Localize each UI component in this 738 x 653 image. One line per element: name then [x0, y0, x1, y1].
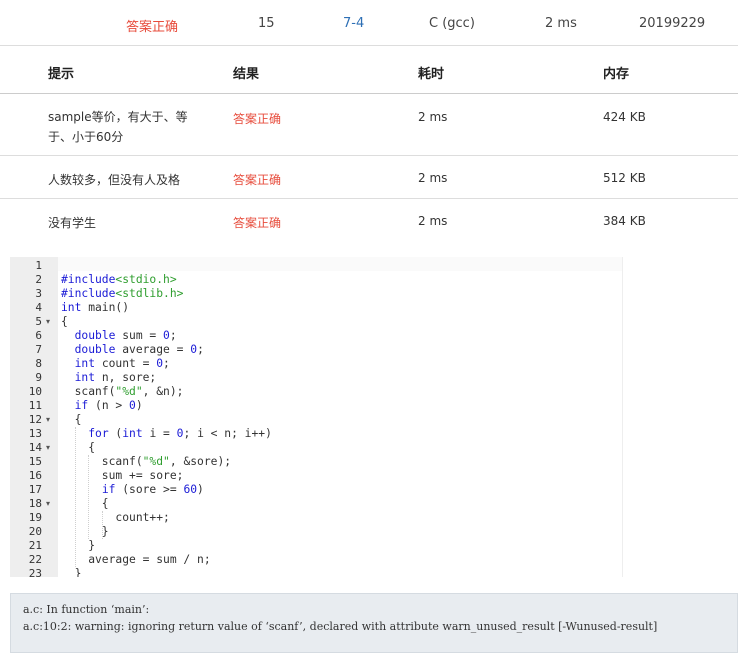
- line-number: 18: [28, 497, 42, 510]
- table-row: sample等价，有大于、等于、小于60分 答案正确 2 ms 424 KB: [0, 94, 738, 156]
- code-line: if (n > 0): [74, 399, 143, 412]
- line-number: 5: [35, 315, 42, 328]
- line-number: 19: [28, 511, 42, 524]
- line-number: 22: [28, 553, 42, 566]
- code-line: {: [61, 413, 82, 426]
- line-number: 2: [35, 273, 42, 286]
- compiler-output-line: a.c: In function ‘main’:: [23, 603, 150, 616]
- row-time: 2 ms: [418, 110, 448, 124]
- code-line: average = sum / n;: [61, 553, 211, 566]
- line-number: 16: [28, 469, 42, 482]
- line-number: 8: [35, 357, 42, 370]
- submission-row: 答案正确 15 7-4 C (gcc) 2 ms 20199229: [0, 0, 738, 46]
- row-memory: 424 KB: [603, 110, 646, 124]
- code-line: }: [61, 567, 82, 577]
- row-time: 2 ms: [418, 214, 448, 228]
- code-line: sum += sore;: [61, 469, 184, 482]
- submission-status: 答案正确: [126, 20, 179, 35]
- line-number: 14: [28, 441, 42, 454]
- code-line: scanf("%d", &n);: [61, 385, 184, 398]
- code-line: {: [61, 315, 68, 328]
- line-number: 12: [28, 413, 42, 426]
- row-memory: 384 KB: [603, 214, 646, 228]
- code-line: double average = 0;: [74, 343, 204, 356]
- line-number: 1: [35, 259, 42, 272]
- line-number: 20: [28, 525, 42, 538]
- indent-guide: [74, 427, 76, 567]
- line-number: 7: [35, 343, 42, 356]
- fold-toggle-icon[interactable]: ▾: [46, 413, 50, 427]
- indent-guide: [88, 455, 90, 539]
- submission-problem-link[interactable]: 7-4: [343, 16, 364, 31]
- indent-guide: [101, 511, 103, 539]
- line-number: 4: [35, 301, 42, 314]
- submission-user: 20199229: [639, 16, 706, 31]
- header-result: 结果: [233, 67, 260, 82]
- code-line: if (sore >= 60): [101, 483, 204, 496]
- header-memory: 内存: [603, 67, 630, 82]
- row-time: 2 ms: [418, 171, 448, 185]
- table-row: 没有学生 答案正确 2 ms 384 KB: [0, 199, 738, 243]
- row-result: 答案正确: [233, 173, 282, 187]
- header-time: 耗时: [418, 67, 445, 82]
- row-hint: 没有学生: [48, 216, 97, 230]
- line-number: 10: [28, 385, 42, 398]
- line-number: 6: [35, 329, 42, 342]
- code-line: int main(): [61, 301, 130, 314]
- test-table-header: 提示 结果 耗时 内存: [0, 46, 738, 94]
- fold-toggle-icon[interactable]: ▾: [46, 315, 50, 329]
- code-editor[interactable]: 1 2 3 4 5 ▾ 6 7 8 9 10 11 12 ▾ 13 14 ▾ 15 16 17 18 ▾ 19 20 21 22 2…: [10, 257, 623, 577]
- table-row: 人数较多，但没有人及格 答案正确 2 ms 512 KB: [0, 156, 738, 199]
- row-hint: 人数较多，但没有人及格: [48, 173, 181, 187]
- row-result: 答案正确: [233, 112, 282, 126]
- header-hint: 提示: [48, 67, 75, 82]
- code-line: scanf("%d", &sore);: [61, 455, 232, 468]
- compiler-output-line: a.c:10:2: warning: ignoring return value…: [23, 620, 658, 633]
- compiler-output: a.c: In function ‘main’: a.c:10:2: warni…: [10, 593, 738, 653]
- submission-compiler: C (gcc): [429, 16, 475, 31]
- line-number: 15: [28, 455, 42, 468]
- code-line: {: [61, 441, 96, 454]
- fold-toggle-icon[interactable]: ▾: [46, 497, 50, 511]
- code-line: #include<stdlib.h>: [61, 287, 184, 300]
- line-number: 9: [35, 371, 42, 384]
- fold-toggle-icon[interactable]: ▾: [46, 441, 50, 455]
- row-result: 答案正确: [233, 216, 282, 230]
- code-line: count++;: [61, 511, 170, 524]
- line-number: 3: [35, 287, 42, 300]
- row-memory: 512 KB: [603, 171, 646, 185]
- line-number-gutter: 1 2 3 4 5 ▾ 6 7 8 9 10 11 12 ▾ 13 14 ▾ 15 16 17 18 ▾ 19 20 21 22 2…: [10, 257, 58, 577]
- line-number: 17: [28, 483, 42, 496]
- row-hint: sample等价，有大于、等于、小于60分: [48, 110, 188, 144]
- line-number: 21: [28, 539, 42, 552]
- code-line: for (int i = 0; i < n; i++): [88, 427, 272, 440]
- code-line: int n, sore;: [74, 371, 157, 384]
- code-line: #include<stdio.h>: [61, 273, 177, 286]
- submission-score: 15: [258, 16, 275, 31]
- line-number: 13: [28, 427, 42, 440]
- code-line: }: [61, 539, 96, 552]
- submission-time: 2 ms: [545, 16, 577, 31]
- code-line: double sum = 0;: [74, 329, 177, 342]
- active-line-highlight: [58, 257, 622, 271]
- code-line: int count = 0;: [74, 357, 170, 370]
- code-line: {: [61, 497, 109, 510]
- line-number: 11: [28, 399, 42, 412]
- line-number: 23: [28, 567, 42, 577]
